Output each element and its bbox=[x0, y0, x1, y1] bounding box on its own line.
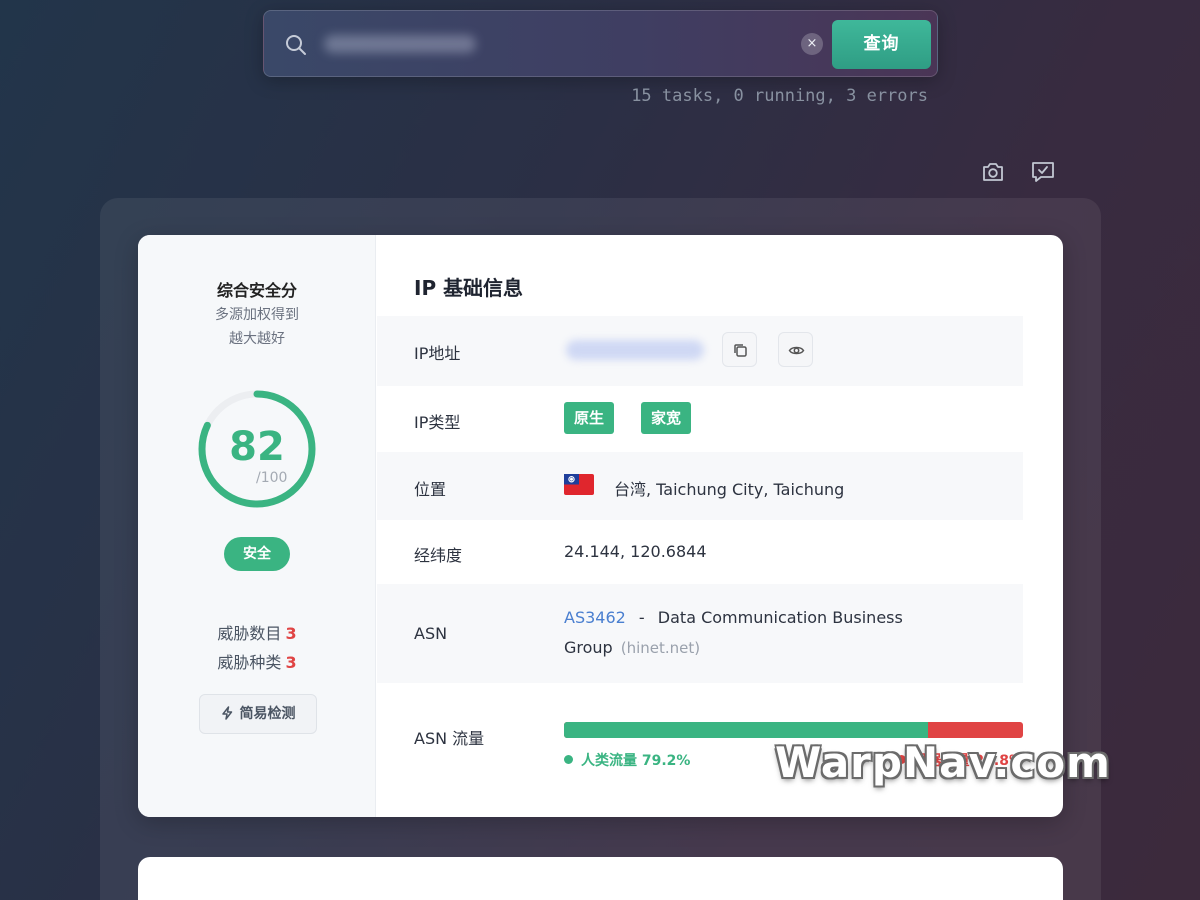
asn-traffic-label: ASN 流量 bbox=[414, 729, 485, 748]
ip-type-label: IP类型 bbox=[414, 413, 461, 432]
asn-label: ASN bbox=[414, 624, 448, 643]
coordinates-label: 经纬度 bbox=[414, 546, 463, 565]
ip-address-label: IP地址 bbox=[414, 344, 461, 363]
task-status: 15 tasks, 0 running, 3 errors bbox=[631, 86, 928, 106]
traffic-bar bbox=[564, 722, 1023, 738]
security-score-panel: 综合安全分 多源加权得到 越大越好 82 /100 安全 威胁数目 3 威胁种类 3… bbox=[138, 235, 376, 817]
search-bar: × 查询 bbox=[263, 10, 938, 77]
threat-count-value: 3 bbox=[285, 624, 297, 643]
copy-button[interactable] bbox=[722, 332, 757, 367]
feedback-icon[interactable] bbox=[1030, 159, 1056, 185]
traffic-bar-human bbox=[564, 722, 928, 738]
coordinates-value: 24.144, 120.6844 bbox=[564, 542, 707, 561]
asn-host: (hinet.net) bbox=[620, 639, 701, 657]
lightning-icon bbox=[221, 706, 232, 720]
asn-separator: - bbox=[638, 608, 645, 627]
taiwan-flag-icon bbox=[564, 474, 594, 495]
row-ip-type: IP类型 原生 家宽 bbox=[377, 386, 1023, 452]
ip-result-card: 综合安全分 多源加权得到 越大越好 82 /100 安全 威胁数目 3 威胁种类 3… bbox=[138, 235, 1063, 817]
score-max: /100 bbox=[256, 470, 288, 486]
ip-type-tag-native: 原生 bbox=[564, 402, 615, 434]
threat-count: 威胁数目 3 bbox=[138, 620, 376, 644]
section-title: IP 基础信息 bbox=[414, 276, 524, 300]
legend-human: 人类流量 79.2% bbox=[564, 750, 690, 770]
threat-types-value: 3 bbox=[285, 653, 297, 672]
copy-icon bbox=[734, 344, 747, 357]
search-value-mask bbox=[324, 35, 476, 53]
query-button[interactable]: 查询 bbox=[832, 20, 931, 69]
row-ip-address: IP地址 bbox=[377, 316, 1023, 386]
threat-types-label: 威胁种类 bbox=[217, 653, 282, 672]
score-subtitle-2: 越大越好 bbox=[229, 331, 285, 347]
score-title: 综合安全分 bbox=[216, 281, 297, 300]
asn-number-link[interactable]: AS3462 bbox=[564, 608, 626, 627]
camera-icon[interactable] bbox=[980, 159, 1006, 185]
location-label: 位置 bbox=[414, 480, 447, 499]
asn-line-1: AS3462 - Data Communication Business bbox=[564, 608, 903, 627]
eye-icon bbox=[788, 346, 805, 355]
clear-button[interactable]: × bbox=[801, 33, 823, 55]
score-subtitle: 多源加权得到 bbox=[215, 307, 299, 323]
score-value: 82 bbox=[229, 424, 285, 470]
row-coordinates: 经纬度 24.144, 120.6844 bbox=[377, 520, 1023, 584]
next-result-card bbox=[138, 857, 1063, 900]
ip-type-tag-residential: 家宽 bbox=[641, 402, 692, 434]
watermark: WarpNav.com bbox=[775, 738, 1111, 787]
toggle-visibility-button[interactable] bbox=[778, 332, 813, 367]
legend-human-dot bbox=[564, 755, 573, 764]
legend-human-label: 人类流量 79.2% bbox=[581, 753, 691, 769]
asn-line-2: Group (hinet.net) bbox=[564, 638, 700, 657]
search-icon bbox=[286, 35, 306, 55]
location-value: 台湾, Taichung City, Taichung bbox=[614, 480, 845, 499]
threat-count-label: 威胁数目 bbox=[217, 624, 282, 643]
simple-check-button[interactable]: 简易检测 bbox=[199, 694, 317, 734]
threat-types: 威胁种类 3 bbox=[138, 649, 376, 673]
row-asn: ASN AS3462 - Data Communication Business… bbox=[377, 584, 1023, 683]
asn-org: Data Communication Business bbox=[657, 608, 903, 627]
row-location: 位置 台湾, Taichung City, Taichung bbox=[377, 452, 1023, 520]
ip-address-mask bbox=[566, 340, 704, 360]
status-badge: 安全 bbox=[224, 537, 290, 571]
asn-org-2: Group bbox=[564, 638, 613, 657]
simple-check-label: 简易检测 bbox=[239, 706, 296, 722]
